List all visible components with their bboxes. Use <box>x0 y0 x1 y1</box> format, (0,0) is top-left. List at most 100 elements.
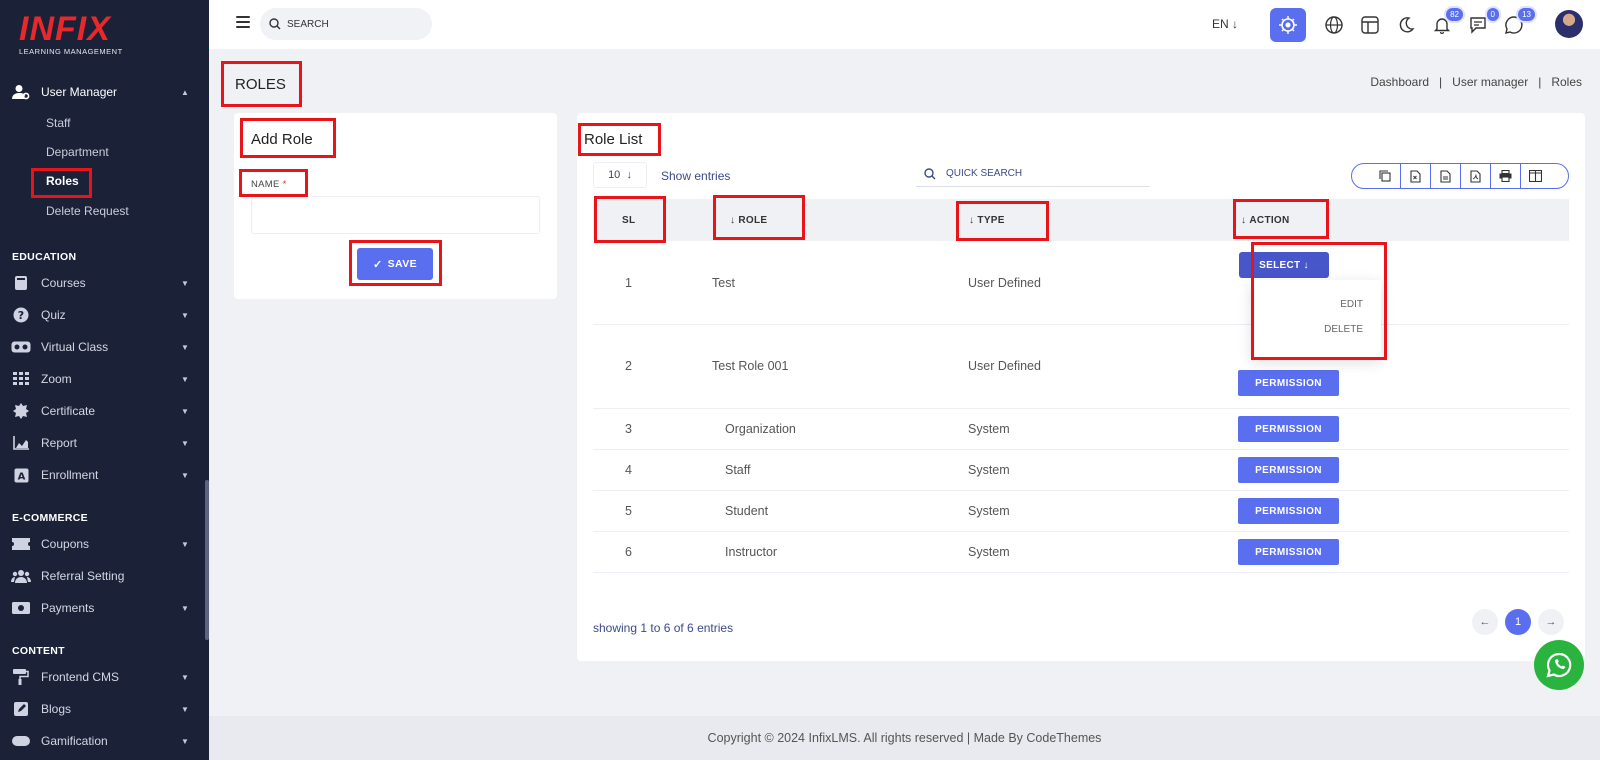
sidebar-item-zoom[interactable]: Zoom ▼ <box>0 367 209 391</box>
dropdown-item-delete[interactable]: DELETE <box>1324 324 1363 335</box>
pagination-page-1[interactable]: 1 <box>1505 609 1531 635</box>
sidebar-subitem-delete-request[interactable]: Delete Request <box>46 204 129 218</box>
language-label: EN <box>1212 17 1229 31</box>
permission-button[interactable]: PERMISSION <box>1238 416 1339 442</box>
pdf-button[interactable] <box>1460 164 1490 188</box>
pagination-next-button[interactable]: → <box>1538 609 1564 635</box>
sidebar-item-frontend-cms[interactable]: Frontend CMS ▼ <box>0 665 209 689</box>
permission-button[interactable]: PERMISSION <box>1238 370 1339 396</box>
copy-icon <box>1379 170 1391 182</box>
sidebar-item-coupons[interactable]: Coupons ▼ <box>0 532 209 556</box>
globe-button[interactable] <box>1321 12 1347 38</box>
sidebar-item-label: Payments <box>41 601 95 615</box>
sidebar-item-gamification[interactable]: Gamification ▼ <box>0 729 209 753</box>
sidebar-item-quiz[interactable]: ? Quiz ▼ <box>0 303 209 327</box>
brand-tagline: LEARNING MANAGEMENT <box>19 47 123 56</box>
sidebar-item-label: Courses <box>41 276 86 290</box>
enrollment-icon: A <box>11 465 31 485</box>
sidebar-subitem-roles[interactable]: Roles <box>46 174 79 188</box>
hamburger-menu-icon[interactable] <box>236 16 250 28</box>
chevron-up-icon: ▲ <box>181 87 189 97</box>
global-search[interactable] <box>260 8 432 40</box>
svg-text:?: ? <box>18 309 24 322</box>
save-button[interactable]: ✓ SAVE <box>357 248 433 280</box>
column-header-type[interactable]: ↓ TYPE <box>969 199 1005 241</box>
sidebar-item-report[interactable]: Report ▼ <box>0 431 209 455</box>
cell-type: User Defined <box>968 276 1041 290</box>
permission-button[interactable]: PERMISSION <box>1238 498 1339 524</box>
table-row: 1 Test User Defined SELECT ↓ <box>593 241 1569 325</box>
column-header-action[interactable]: ↓ ACTION <box>1241 199 1290 241</box>
sidebar-item-label: User Manager <box>41 85 118 99</box>
sidebar-item-payments[interactable]: Payments ▼ <box>0 596 209 620</box>
entries-value: 10 <box>608 169 621 181</box>
chat-button[interactable]: 13 <box>1501 6 1537 38</box>
dark-mode-button[interactable] <box>1393 12 1419 38</box>
sidebar-item-user-manager[interactable]: User Manager ▲ <box>0 80 209 104</box>
language-selector[interactable]: EN ↓ <box>1212 17 1238 31</box>
chip-settings-button[interactable] <box>1270 8 1306 42</box>
edit-square-icon <box>11 699 31 719</box>
csv-button[interactable] <box>1430 164 1460 188</box>
quick-search[interactable] <box>916 161 1150 187</box>
search-input[interactable] <box>287 18 417 30</box>
action-dropdown-menu: EDIT DELETE <box>1251 280 1381 360</box>
globe-icon <box>1325 16 1343 34</box>
sidebar-subitem-staff[interactable]: Staff <box>46 116 70 130</box>
messages-button[interactable]: 0 <box>1465 6 1501 38</box>
cell-type: System <box>968 545 1010 559</box>
moon-icon <box>1399 17 1415 33</box>
notifications-button[interactable]: 82 <box>1429 6 1465 38</box>
cell-role: Test Role 001 <box>712 359 789 373</box>
print-button[interactable] <box>1490 164 1520 188</box>
sort-arrow-icon: ↓ <box>1241 214 1247 226</box>
required-mark: * <box>282 179 287 190</box>
sort-arrow-icon: ↓ <box>730 214 736 226</box>
role-name-input[interactable] <box>251 196 540 234</box>
message-count-badge: 0 <box>1484 6 1501 23</box>
search-icon <box>269 18 281 30</box>
breadcrumb-user-manager[interactable]: User manager <box>1452 75 1528 89</box>
sidebar-subitem-department[interactable]: Department <box>46 145 109 159</box>
select-action-button[interactable]: SELECT ↓ <box>1239 252 1329 278</box>
sidebar-item-virtual-class[interactable]: Virtual Class ▼ <box>0 335 209 359</box>
column-header-sl[interactable]: SL <box>622 199 635 241</box>
sidebar-item-certificate[interactable]: Certificate ▼ <box>0 399 209 423</box>
chevron-down-icon: ▼ <box>181 278 189 288</box>
copy-button[interactable] <box>1370 164 1400 188</box>
columns-icon <box>1529 170 1542 182</box>
sidebar-item-referral-setting[interactable]: Referral Setting <box>0 564 209 588</box>
cell-role: Organization <box>725 422 796 436</box>
sidebar-item-label: Coupons <box>41 537 90 551</box>
search-icon <box>924 167 936 179</box>
breadcrumb-dashboard[interactable]: Dashboard <box>1370 75 1429 89</box>
chevron-down-icon: ▼ <box>181 342 189 352</box>
arrow-left-icon: ← <box>1479 616 1491 628</box>
sidebar-item-enrollment[interactable]: A Enrollment ▼ <box>0 463 209 487</box>
sidebar-scrollbar[interactable] <box>205 480 209 640</box>
dropdown-item-edit[interactable]: EDIT <box>1340 299 1363 310</box>
columns-button[interactable] <box>1520 164 1550 188</box>
whatsapp-floating-button[interactable] <box>1534 640 1584 690</box>
layout-button[interactable] <box>1357 12 1383 38</box>
role-list-card: Role List 10 ↓ Show entries SL ↓ ROLE ↓ … <box>577 113 1585 661</box>
pagination-prev-button[interactable]: ← <box>1472 609 1498 635</box>
entries-select[interactable]: 10 ↓ <box>593 162 647 188</box>
permission-button[interactable]: PERMISSION <box>1238 539 1339 565</box>
arrow-down-icon: ↓ <box>1232 17 1239 31</box>
file-csv-icon <box>1440 169 1451 183</box>
cell-sl: 4 <box>625 463 632 477</box>
chevron-down-icon: ▼ <box>181 470 189 480</box>
sidebar-item-blogs[interactable]: Blogs ▼ <box>0 697 209 721</box>
users-group-icon <box>11 566 31 586</box>
user-avatar[interactable] <box>1555 10 1583 38</box>
sidebar-item-courses[interactable]: Courses ▼ <box>0 271 209 295</box>
column-header-role[interactable]: ↓ ROLE <box>730 199 767 241</box>
quick-search-input[interactable] <box>946 168 1136 179</box>
cell-type: System <box>968 504 1010 518</box>
brand-logo[interactable]: INFIX LEARNING MANAGEMENT <box>19 12 123 56</box>
excel-button[interactable] <box>1400 164 1430 188</box>
permission-button[interactable]: PERMISSION <box>1238 457 1339 483</box>
grid-icon <box>11 369 31 389</box>
table-row: 5 Student System PERMISSION <box>593 491 1569 532</box>
